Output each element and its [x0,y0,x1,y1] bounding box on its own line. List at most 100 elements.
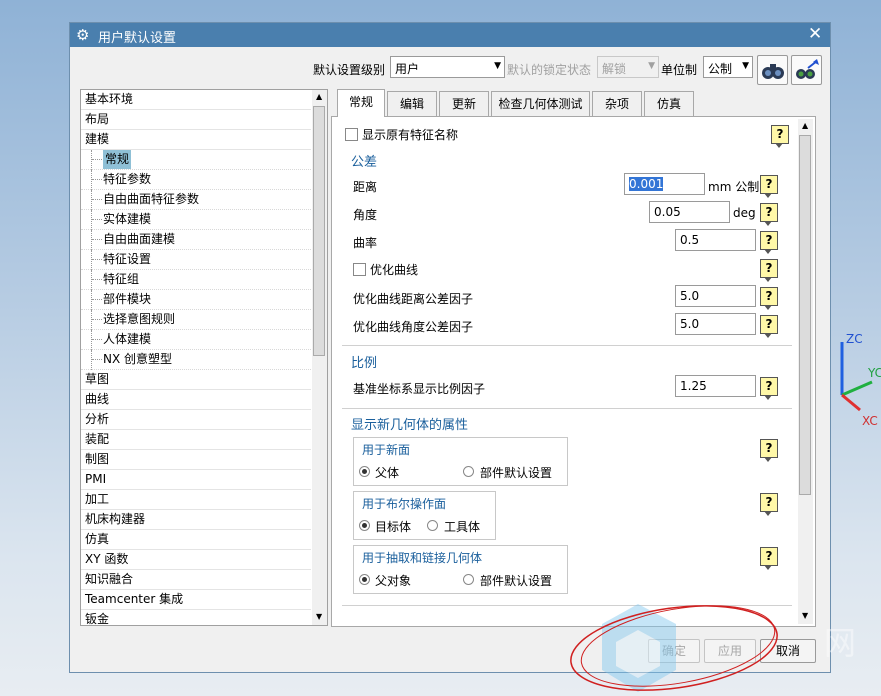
tree-item[interactable]: Teamcenter 集成 [81,590,311,610]
tree-item[interactable]: 制图 [81,450,311,470]
help-icon[interactable]: ? [760,439,778,462]
tree-item[interactable]: 建模 [81,130,311,150]
help-icon[interactable]: ? [760,547,778,570]
tree-item[interactable]: 人体建模 [81,330,311,350]
tree-item[interactable]: 基本环境 [81,90,311,110]
tree-item[interactable]: 自由曲面建模 [81,230,311,250]
tab-edit[interactable]: 编辑 [387,91,437,117]
units-select[interactable]: 公制 ▼ [703,56,753,78]
help-icon[interactable]: ? [760,315,778,338]
level-select[interactable]: 用户 ▼ [390,56,505,78]
tree-item[interactable]: 装配 [81,430,311,450]
extract-parent-radio[interactable] [359,574,370,585]
tree-item[interactable]: 布局 [81,110,311,130]
tree-item[interactable]: 知识融合 [81,570,311,590]
boolean-target-radio[interactable] [359,520,370,531]
tree-item[interactable]: 选择意图规则 [81,310,311,330]
angle-input[interactable]: 0.05 [649,201,730,223]
tree-item[interactable]: 曲线 [81,390,311,410]
csys-scale-input[interactable]: 1.25 [675,375,756,397]
distance-input[interactable]: 0.001 [624,173,705,195]
csys-scale-value: 1.25 [680,379,707,393]
boolean-tool-radio[interactable] [427,520,438,531]
tree-item-label: 装配 [85,432,110,446]
help-icon[interactable]: ? [760,259,778,282]
new-face-default-radio[interactable] [463,466,474,477]
binoculars-button[interactable] [757,55,788,85]
opt-dist-value: 5.0 [680,289,700,303]
tree-item[interactable]: 机床构建器 [81,510,311,530]
tree-item[interactable]: 自由曲面特征参数 [81,190,311,210]
new-face-parent-radio[interactable] [359,466,370,477]
csys-scale-label: 基准坐标系显示比例因子 [353,382,486,396]
tree-item[interactable]: 加工 [81,490,311,510]
watermark-text: 网 [824,624,857,662]
tree-item[interactable]: 钣金 [81,610,311,626]
tree-item[interactable]: 特征组 [81,270,311,290]
tab-simulation[interactable]: 仿真 [644,91,694,117]
tree-item[interactable]: 特征参数 [81,170,311,190]
opt-dist-input[interactable]: 5.0 [675,285,756,307]
tree-item[interactable]: 常规 [81,150,311,170]
panel-scroll-thumb[interactable] [799,135,811,495]
tree-scrollbar[interactable]: ▲ ▼ [312,90,327,625]
optimize-curve-checkbox[interactable] [353,263,366,276]
show-feature-names-checkbox[interactable] [345,128,358,141]
section-divider [342,408,792,409]
help-icon[interactable]: ? [771,125,789,148]
extract-link-group: 用于抽取和链接几何体 父对象 部件默认设置 [353,545,568,594]
tree-item[interactable]: XY 函数 [81,550,311,570]
tab-general[interactable]: 常规 [337,89,385,117]
opt-angle-value: 5.0 [680,317,700,331]
help-icon[interactable]: ? [760,203,778,226]
level-select-value: 用户 [395,62,420,76]
tree-scroll-thumb[interactable] [313,106,325,356]
tree-item-label: Teamcenter 集成 [85,592,184,606]
tree-item[interactable]: 实体建模 [81,210,311,230]
tree-item-label: 制图 [85,452,110,466]
help-icon[interactable]: ? [760,287,778,310]
help-icon[interactable]: ? [760,175,778,198]
tree-item-label: 仿真 [85,532,110,546]
binoculars-settings-button[interactable] [791,55,822,85]
tab-misc[interactable]: 杂项 [592,91,642,117]
boolean-target-label: 目标体 [375,520,412,534]
angle-value: 0.05 [654,205,681,219]
lock-label: 默认的锁定状态 [507,63,592,77]
tree-item[interactable]: 部件模块 [81,290,311,310]
scroll-up-icon[interactable]: ▲ [316,92,322,101]
angle-unit: deg [733,206,756,220]
opt-angle-input[interactable]: 5.0 [675,313,756,335]
opt-angle-label: 优化曲线角度公差因子 [353,320,474,334]
axis-zc-label: ZC [846,332,863,346]
close-button[interactable]: ✕ [808,24,822,44]
scroll-up-icon[interactable]: ▲ [802,121,808,130]
tree-item-label: 知识融合 [85,572,134,586]
help-icon[interactable]: ? [760,493,778,516]
help-icon[interactable]: ? [760,231,778,254]
tree-item[interactable]: PMI [81,470,311,490]
curvature-input[interactable]: 0.5 [675,229,756,251]
scroll-down-icon[interactable]: ▼ [316,612,322,621]
boolean-face-group: 用于布尔操作面 目标体 工具体 [353,491,496,540]
tree-item[interactable]: 仿真 [81,530,311,550]
section-divider [342,345,792,346]
lock-select[interactable]: 解锁 ▼ [597,56,659,78]
curvature-label: 曲率 [353,236,378,250]
tree-item-label: 草图 [85,372,110,386]
tree-item-label: XY 函数 [85,552,129,566]
title-bar[interactable]: ⚙ 用户默认设置 ✕ [70,23,830,47]
tree-item-label: 曲线 [85,392,110,406]
tree-item[interactable]: 草图 [81,370,311,390]
category-tree[interactable]: 基本环境 布局 建模 常规 特征参数 自由曲面特征参数 实体建模 自由曲面建模 特征设置 特征组部… [80,89,328,626]
tree-item[interactable]: 特征设置 [81,250,311,270]
tab-update[interactable]: 更新 [439,91,489,117]
tab-check-geometry[interactable]: 检查几何体测试 [491,91,590,117]
level-label: 默认设置级别 [313,63,386,77]
tree-item[interactable]: 分析 [81,410,311,430]
tree-item[interactable]: NX 创意塑型 [81,350,311,370]
extract-default-radio[interactable] [463,574,474,585]
help-icon[interactable]: ? [760,377,778,400]
tree-item-label: 钣金 [85,612,110,626]
panel-scrollbar[interactable]: ▲ ▼ [798,119,813,624]
